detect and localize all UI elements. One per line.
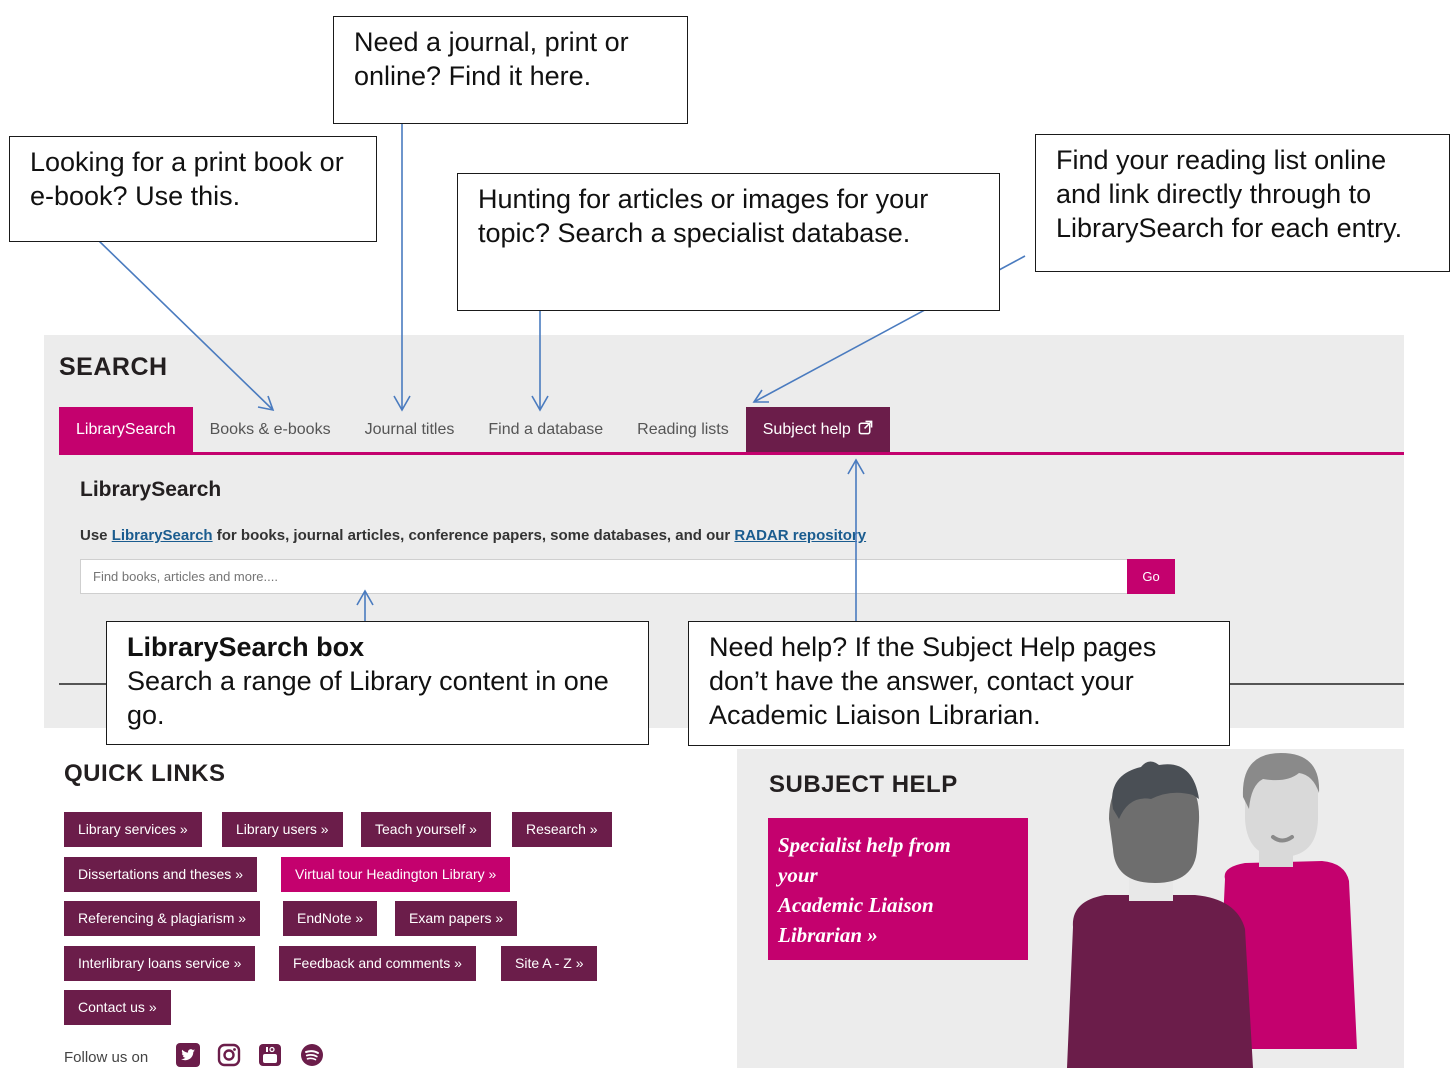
callout-database: Hunting for articles or images for your … (457, 173, 1000, 311)
callout-books: Looking for a print book or e-book? Use … (9, 136, 377, 242)
callout-title: LibrarySearch box (127, 632, 365, 662)
callout-librarysearch-box: LibrarySearch box Search a range of Libr… (106, 621, 649, 745)
callout-reading-lists: Find your reading list online and link d… (1035, 134, 1450, 272)
callout-body: Search a range of Library content in one… (127, 666, 609, 730)
callout-journal: Need a journal, print or online? Find it… (333, 16, 688, 124)
callout-subject-help: Need help? If the Subject Help pages don… (688, 621, 1230, 746)
